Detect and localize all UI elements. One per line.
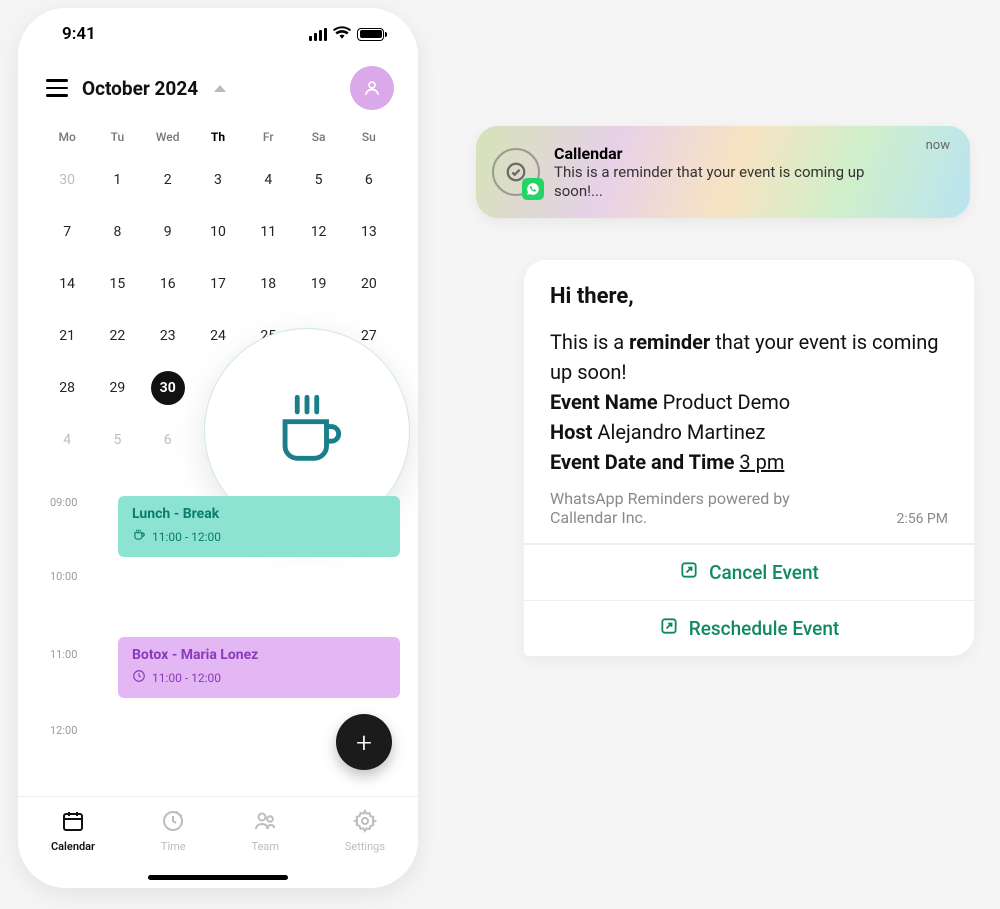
whatsapp-badge-icon — [522, 178, 544, 200]
coffee-cup-icon — [268, 390, 346, 472]
user-icon — [363, 79, 381, 97]
month-title[interactable]: October 2024 — [82, 77, 198, 100]
hour-label: 12:00 — [50, 724, 77, 737]
event-card-botox[interactable]: Botox - Maria Lonez 11:00 - 12:00 — [118, 637, 400, 698]
date-cell[interactable]: 1 — [92, 154, 142, 206]
message-greeting: Hi there, — [550, 284, 948, 309]
date-cell[interactable]: 29 — [92, 362, 142, 414]
event-time-row: 11:00 - 12:00 — [132, 528, 386, 545]
date-cell[interactable]: 2 — [143, 154, 193, 206]
status-time: 9:41 — [62, 24, 96, 44]
event-card-lunch[interactable]: Lunch - Break 11:00 - 12:00 — [118, 496, 400, 557]
cancel-event-button[interactable]: Cancel Event — [524, 544, 974, 600]
event-title: Botox - Maria Lonez — [132, 647, 386, 663]
date-cell[interactable]: 3 — [193, 154, 243, 206]
tab-calendar[interactable]: Calendar — [51, 809, 95, 888]
push-app-name: Callendar — [554, 144, 912, 163]
date-cell[interactable]: 30 — [42, 154, 92, 206]
date-cell[interactable]: 17 — [193, 258, 243, 310]
date-cell[interactable]: 4 — [243, 154, 293, 206]
push-app-icon — [492, 148, 540, 196]
event-time: 11:00 - 12:00 — [152, 530, 221, 544]
push-notification[interactable]: Callendar This is a reminder that your e… — [476, 126, 970, 218]
open-link-icon — [679, 560, 699, 585]
cup-icon — [132, 528, 146, 545]
phone-frame: 9:41 October 2024 MoTuWedThFrSaSu 301234… — [18, 8, 418, 888]
menu-button[interactable] — [46, 79, 68, 97]
date-cell[interactable]: 12 — [293, 206, 343, 258]
calendar-header: October 2024 — [18, 60, 418, 122]
message-timestamp: 2:56 PM — [896, 511, 948, 527]
date-cell[interactable]: 8 — [92, 206, 142, 258]
event-time: 11:00 - 12:00 — [152, 671, 221, 685]
wifi-icon — [333, 24, 351, 44]
dow-label: Tu — [92, 130, 142, 154]
date-cell[interactable]: 20 — [344, 258, 394, 310]
date-cell[interactable]: 15 — [92, 258, 142, 310]
date-cell[interactable]: 19 — [293, 258, 343, 310]
reschedule-event-button[interactable]: Reschedule Event — [524, 600, 974, 656]
plus-icon: + — [356, 726, 372, 759]
dow-label: Wed — [143, 130, 193, 154]
dow-label: Mo — [42, 130, 92, 154]
day-timeline: 09:00 Lunch - Break 11:00 - 12:00 10:00 … — [18, 496, 418, 698]
date-cell[interactable]: 16 — [143, 258, 193, 310]
tab-label: Time — [161, 840, 186, 853]
reminder-message-card: Hi there, This is a reminder that your e… — [524, 260, 974, 656]
team-icon — [253, 809, 277, 836]
dow-label: Sa — [293, 130, 343, 154]
battery-icon — [357, 28, 384, 41]
date-cell[interactable]: 6 — [344, 154, 394, 206]
date-cell[interactable]: 24 — [193, 310, 243, 362]
date-cell[interactable]: 4 — [42, 414, 92, 466]
signal-icon — [309, 28, 327, 41]
dow-label: Fr — [243, 130, 293, 154]
date-cell[interactable]: 22 — [92, 310, 142, 362]
dow-label: Su — [344, 130, 394, 154]
hour-label: 09:00 — [50, 496, 77, 509]
date-cell[interactable]: 6 — [143, 414, 193, 466]
event-title: Lunch - Break — [132, 506, 386, 522]
dow-label: Th — [193, 130, 243, 154]
home-indicator[interactable] — [148, 875, 288, 880]
date-cell[interactable]: 13 — [344, 206, 394, 258]
date-cell[interactable]: 14 — [42, 258, 92, 310]
add-event-button[interactable]: + — [336, 714, 392, 770]
message-body: This is a reminder that your event is co… — [550, 327, 948, 477]
date-cell[interactable]: 9 — [143, 206, 193, 258]
tab-label: Team — [252, 840, 280, 853]
date-cell[interactable]: 18 — [243, 258, 293, 310]
status-indicators — [309, 24, 384, 44]
clock-icon — [132, 669, 146, 686]
tab-label: Settings — [345, 840, 385, 853]
event-time-row: 11:00 - 12:00 — [132, 669, 386, 686]
clock-time-icon — [161, 809, 185, 836]
date-cell[interactable]: 28 — [42, 362, 92, 414]
calendar-icon — [61, 809, 85, 836]
message-powered-by: WhatsApp Reminders powered by Callendar … — [550, 489, 850, 527]
date-cell[interactable]: 21 — [42, 310, 92, 362]
date-cell[interactable]: 5 — [293, 154, 343, 206]
status-bar: 9:41 — [18, 8, 418, 60]
tab-label: Calendar — [51, 840, 95, 853]
date-cell[interactable]: 11 — [243, 206, 293, 258]
date-cell[interactable]: 5 — [92, 414, 142, 466]
profile-button[interactable] — [350, 66, 394, 110]
date-cell[interactable]: 23 — [143, 310, 193, 362]
gear-icon — [353, 809, 377, 836]
push-timestamp: now — [926, 138, 950, 153]
tab-settings[interactable]: Settings — [345, 809, 385, 888]
push-text: Callendar This is a reminder that your e… — [554, 144, 912, 201]
open-link-icon — [659, 616, 679, 641]
date-cell[interactable]: 30 — [143, 362, 193, 414]
chevron-up-icon[interactable] — [214, 85, 226, 92]
date-cell[interactable]: 7 — [42, 206, 92, 258]
push-body: This is a reminder that your event is co… — [554, 163, 912, 201]
hour-label: 10:00 — [50, 570, 77, 583]
date-cell[interactable]: 10 — [193, 206, 243, 258]
hour-label: 11:00 — [50, 648, 77, 661]
